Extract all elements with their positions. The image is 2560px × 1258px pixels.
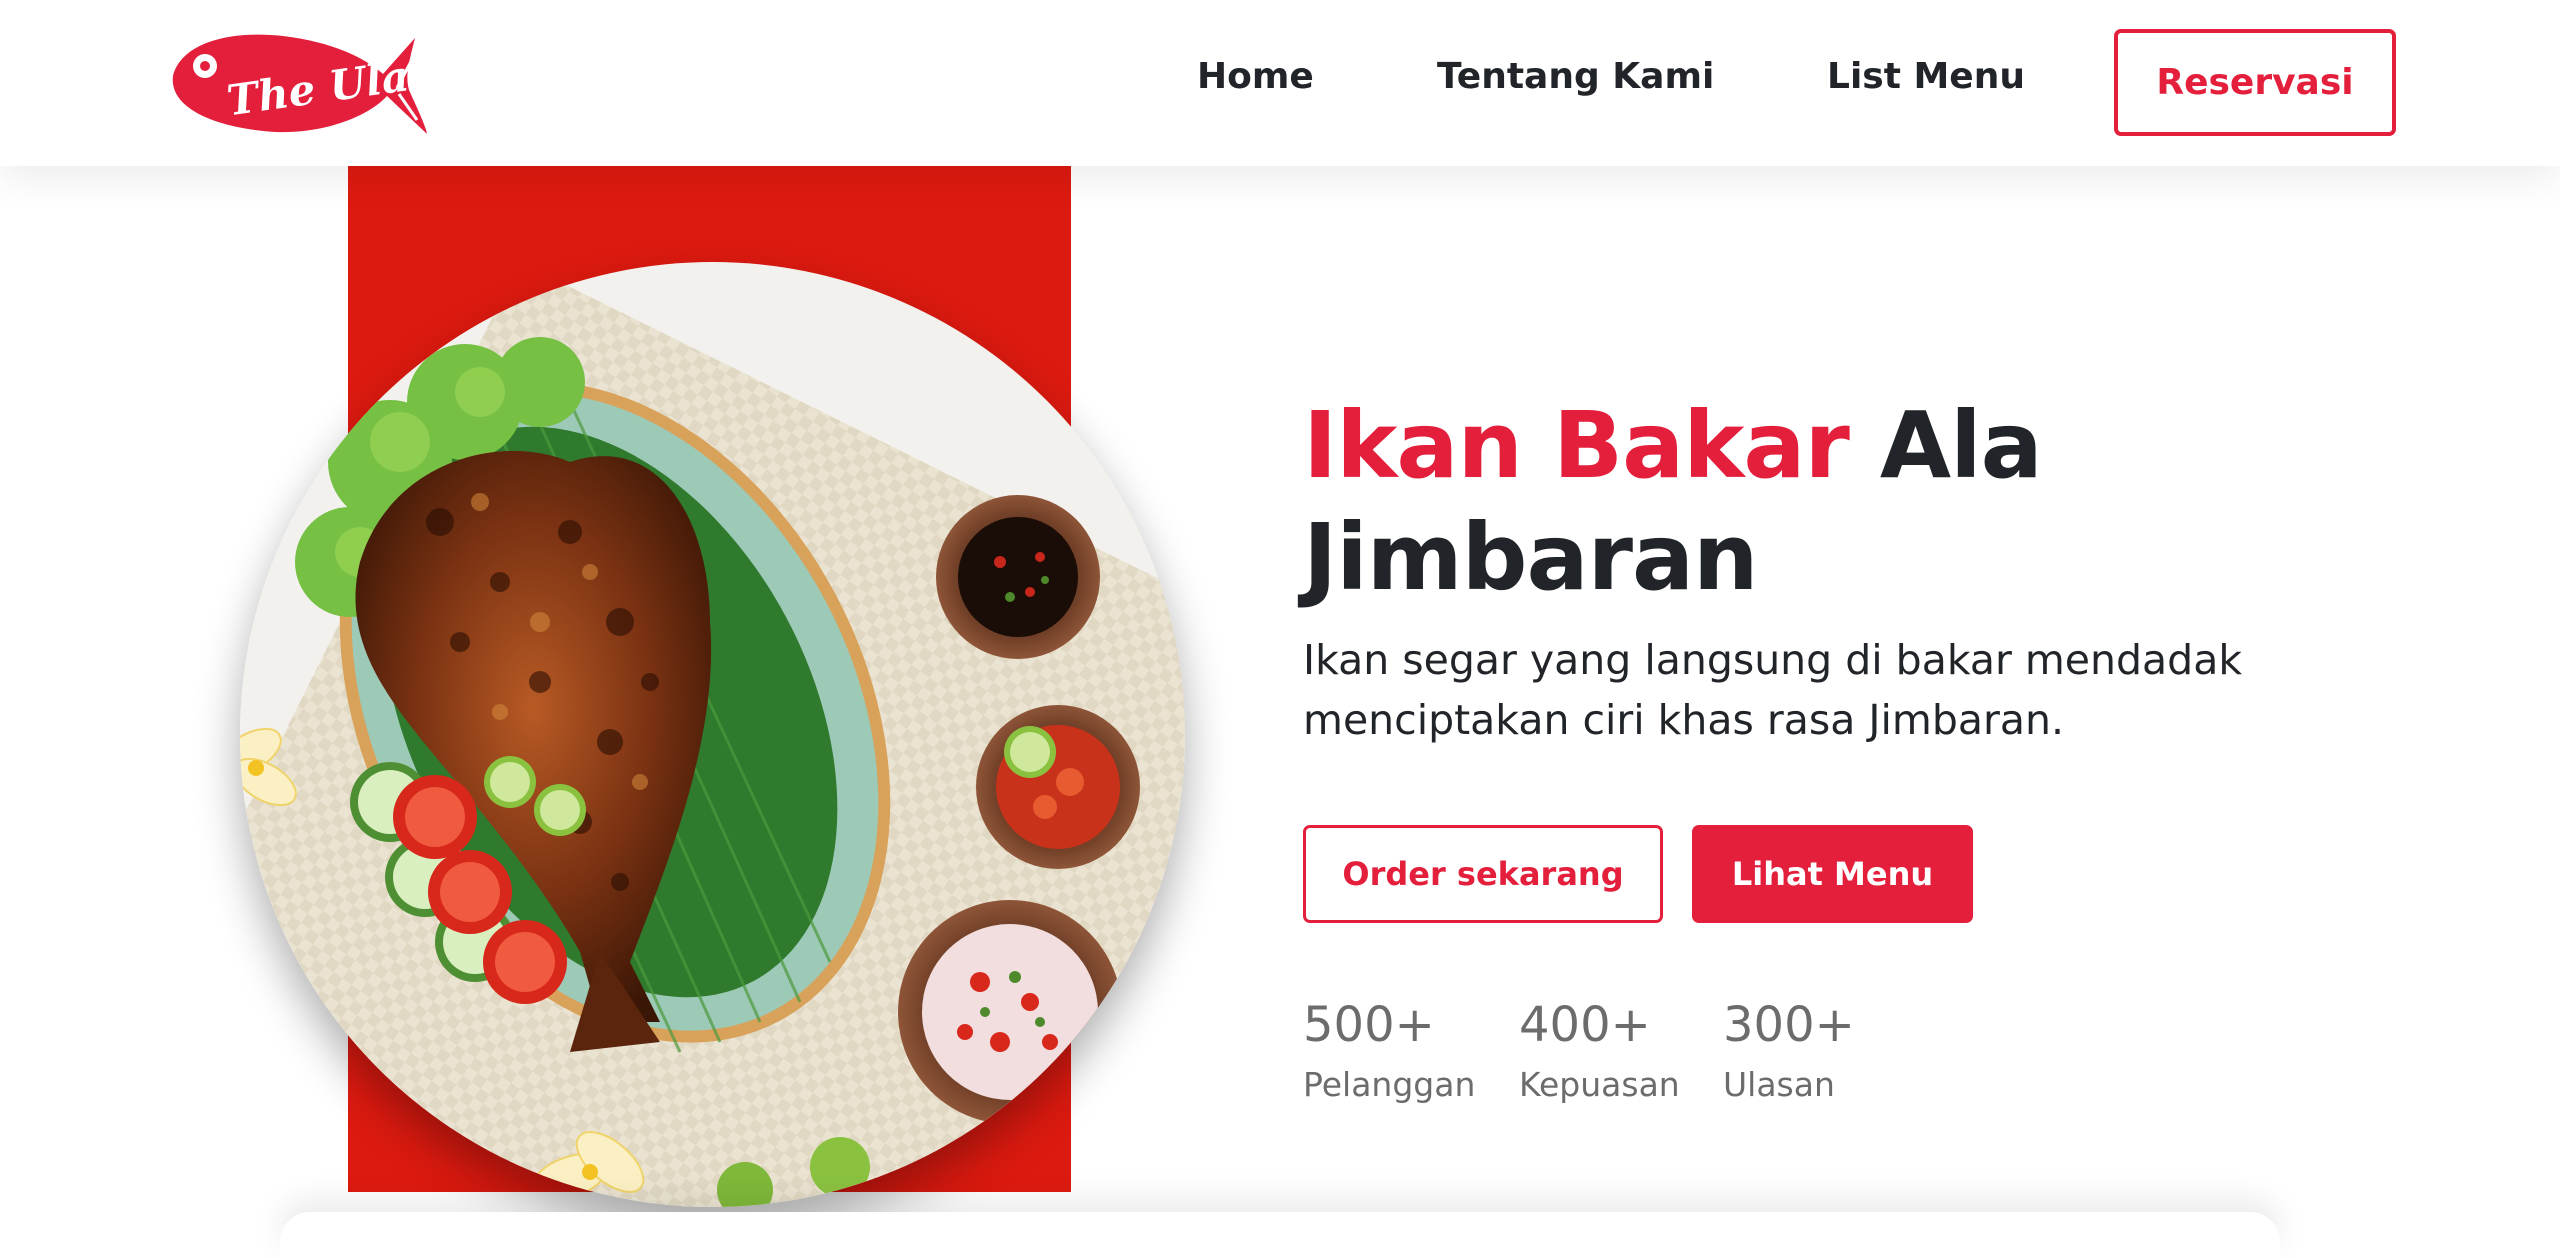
stat-customers: 500+ Pelanggan: [1303, 995, 1475, 1110]
navbar: The Ulam Home Tentang Kami List Menu Res…: [0, 0, 2560, 166]
hero-title: Ikan Bakar Ala Jimbaran: [1303, 390, 2303, 614]
stat-value: 500+: [1303, 997, 1435, 1053]
hero-description: Ikan segar yang langsung di bakar mendad…: [1303, 636, 2243, 744]
hero-title-accent: Ikan Bakar: [1303, 392, 1850, 499]
nav-list-menu-link[interactable]: List Menu: [1827, 52, 2025, 102]
stat-label: Pelanggan: [1303, 1065, 1476, 1104]
stat-label: Ulasan: [1723, 1065, 1835, 1104]
nav-home-link[interactable]: Home: [1197, 52, 1314, 102]
nav-about-link[interactable]: Tentang Kami: [1437, 52, 1714, 102]
stat-label: Kepuasan: [1519, 1065, 1680, 1104]
view-menu-button[interactable]: Lihat Menu: [1692, 825, 1973, 923]
fish-logo-icon: The Ulam: [172, 34, 427, 134]
stat-value: 400+: [1519, 997, 1651, 1053]
stat-satisfaction: 400+ Kepuasan: [1519, 995, 1680, 1110]
next-section-edge: [280, 1212, 2280, 1258]
reservation-button[interactable]: Reservasi: [2114, 29, 2396, 136]
logo[interactable]: The Ulam: [165, 24, 427, 140]
hero-food-image: [240, 262, 1185, 1207]
order-now-button[interactable]: Order sekarang: [1303, 825, 1663, 923]
stat-reviews: 300+ Ulasan: [1723, 995, 1855, 1110]
hero-title-rest: Ala: [1879, 392, 2043, 499]
stat-value: 300+: [1723, 997, 1855, 1053]
hero-title-line2: Jimbaran: [1303, 504, 1759, 611]
